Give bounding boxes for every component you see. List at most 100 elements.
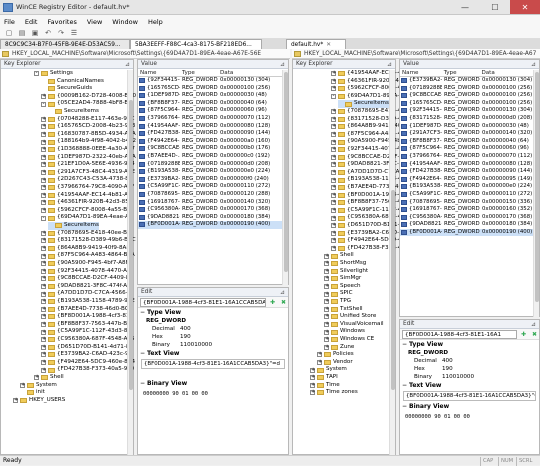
menu-edit[interactable]: Edit [25,18,38,26]
expand-icon[interactable]: + [331,162,336,168]
tree-node[interactable]: + {16830787-8B5D-4934-A8A [41,131,136,139]
tree-node[interactable]: + System [20,382,57,390]
tab-left-1[interactable]: 8C9C9C34-B7F0-45FB-9E4E-D53AC59... [0,39,130,49]
value-row[interactable]: {291A7CF3-4...REG_DWORD0x00000140 (320) [400,130,539,138]
value-row[interactable]: {F4942E64-5...REG_DWORD0x000000a0 (160) [138,138,288,146]
hex-dump[interactable]: 00000000 90 01 00 00 [403,412,536,422]
expand-icon[interactable]: + [331,246,336,252]
collapse-icon[interactable]: - [331,94,336,100]
expand-icon[interactable]: + [310,367,315,373]
menu-view[interactable]: View [87,18,102,26]
expand-icon[interactable]: + [331,86,336,92]
expand-icon[interactable]: + [331,230,336,236]
value-row[interactable]: {1DEF987D-...REG_DWORD0x00000030 (48) [138,92,288,100]
expand-icon[interactable]: + [331,139,336,145]
expand-icon[interactable]: + [331,208,336,214]
expand-icon[interactable]: + [41,268,46,274]
expand-icon[interactable]: + [331,200,336,206]
column-name[interactable]: Name [138,70,180,76]
value-row[interactable]: {16918767-8...REG_DWORD0x00000160 (352) [400,206,539,214]
binary-value[interactable]: 110010000 [442,373,474,381]
expand-icon[interactable]: + [41,230,46,236]
expand-icon[interactable]: + [310,382,315,388]
tree-node[interactable]: + {41954AAF-EC14-4b81-A3 [41,192,131,200]
hex-dump[interactable]: 00000000 90 01 00 00 [141,389,285,399]
expand-icon[interactable]: + [324,314,329,320]
address-bar[interactable]: HKEY_LOCAL_MACHINE\Software\Microsoft\Se… [292,49,540,59]
tree-node[interactable]: + {188164b9-4f98-4042-b4a2 [41,138,136,146]
expand-icon[interactable]: + [20,382,25,388]
pin-icon[interactable]: ⊿ [387,61,392,68]
tree-node[interactable]: + {21EF1D0A-5E6E-4936-964 [41,161,135,169]
tree-node[interactable]: + {9DAD8821-3F8C-474f-A8 [41,283,131,291]
value-row[interactable]: {FD427B38-F...REG_DWORD0x00000090 (144) [400,168,539,176]
maximize-button[interactable]: ☐ [480,0,510,14]
decimal-value[interactable]: 400 [180,325,191,333]
tree-node[interactable]: + System [310,366,347,374]
pin-icon[interactable]: ⊿ [125,61,130,68]
expand-icon[interactable]: + [324,291,329,297]
value-row[interactable]: {16918767-8...REG_DWORD0x00000140 (320) [138,199,288,207]
value-row[interactable]: {B193A538-...REG_DWORD0x000000e0 (224) [138,168,288,176]
expand-icon[interactable]: + [41,314,46,320]
expand-icon[interactable]: + [34,375,39,381]
expand-icon[interactable]: + [41,253,46,259]
tree-node[interactable]: + Zune [324,344,354,352]
tree-node[interactable]: + {83171528-D389-49b6-BCC [41,237,136,245]
expand-icon[interactable]: + [41,276,46,282]
value-row[interactable]: {E3739BA2-...REG_DWORD0x00000130 (304) [400,77,539,85]
collapse-icon[interactable]: - [41,215,46,221]
expand-icon[interactable]: + [41,299,46,305]
tree-node[interactable]: + Silverlight [324,268,368,276]
close-tab-icon[interactable]: ✕ [326,42,331,48]
tree-node[interactable]: + {46361FIR-920B-42d3-85F [41,199,132,207]
expand-icon[interactable]: + [41,291,46,297]
expand-icon[interactable]: + [41,147,46,153]
expand-icon[interactable]: + [317,360,322,366]
expand-icon[interactable]: + [41,200,46,206]
value-row[interactable]: {FD427B38-F...REG_DWORD0x00000090 (144) [138,130,288,138]
tree-node[interactable]: + {C956380A-687F-4548-A55 [41,336,135,344]
value-row[interactable]: {70878695-E...REG_DWORD0x00000120 (288) [138,191,288,199]
value-row[interactable]: {37966764-7...REG_DWORD0x00000070 (112) [138,115,288,123]
expand-icon[interactable]: + [41,337,46,343]
expand-icon[interactable]: + [41,238,46,244]
value-row[interactable]: {C5A99F1C-...REG_DWORD0x00000110 (272) [138,183,288,191]
expand-icon[interactable]: + [331,124,336,130]
value-row[interactable]: {B7AEE4D-... REG_DWORD 0x000000c0 (192) [138,153,288,161]
tree-node[interactable]: + {B193A538-1158-4789-93E [41,298,135,306]
value-row[interactable]: {C956380A-0...REG_DWORD0x00000170 (368) [400,214,539,222]
column-data[interactable]: Data [479,70,539,76]
expand-icon[interactable]: + [41,162,46,168]
value-row[interactable]: {F4942E64-5...REG_DWORD0x00000095 (149) [400,176,539,184]
value-row[interactable]: {1DEF987D-...REG_DWORD0x00000030 (48) [400,123,539,131]
tree-node[interactable]: + {37966764-79C8-4090-A8F [41,184,134,192]
value-row[interactable]: {E3739BA2-C...REG_DWORD0x000000f0 (240) [138,176,288,184]
tree-node[interactable]: + SimMgr [324,275,361,283]
tree-node[interactable]: + Unified Store [324,313,376,321]
tree-node[interactable]: + {FD427B38-F373-40a5-9F0 [41,366,134,374]
column-type[interactable]: Type [180,70,218,76]
tab-left-2[interactable]: 5BA3EEFF-F88C-4ca3-8175-BF218ED6... [130,39,262,49]
tree-node[interactable]: + {07048288-E117-463e-94C [41,116,134,124]
expand-icon[interactable]: + [41,322,46,328]
tree-node[interactable]: - {05CE2AD4-7888-4bF8-BC [41,100,132,108]
value-row[interactable]: {92F34415-4...REG_DWORD0x00000130 (304) [400,107,539,115]
menu-file[interactable]: File [4,18,15,26]
tree-node[interactable]: + Windows [324,328,365,336]
decimal-value[interactable]: 400 [442,357,453,365]
binary-value[interactable]: 110010000 [180,341,212,349]
tab-right-1[interactable]: default.hv* ✕ [286,39,346,49]
tree-node[interactable]: + Policies [317,351,354,359]
tree-node[interactable]: + {A7DD1D7D-C7CA-4566-A [41,290,131,298]
tree-node[interactable]: + Time [310,382,340,390]
tree-node[interactable]: + Shell [324,252,354,260]
scrollbar[interactable] [389,70,395,455]
tree-node[interactable]: + {291A7CF3-48C4-4319-A6E [41,169,135,177]
expand-icon[interactable]: + [331,223,336,229]
tree-node[interactable]: - Settings [34,70,73,78]
tree-node[interactable]: SecureItems [48,222,99,230]
tree-node[interactable]: + {D651D70D-B141-4d71-8F [41,344,133,352]
expand-icon[interactable]: + [41,246,46,252]
expand-icon[interactable]: + [41,170,46,176]
